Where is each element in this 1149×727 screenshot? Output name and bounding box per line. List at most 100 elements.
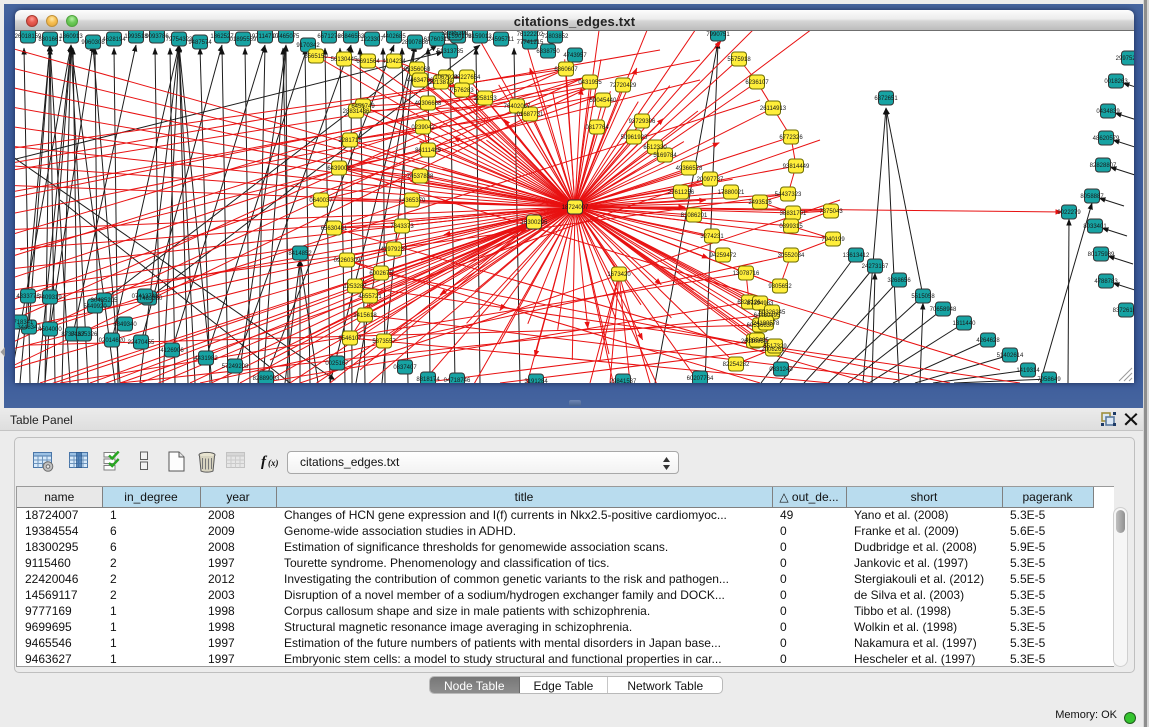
svg-text:1673420: 1673420 [607, 272, 631, 278]
svg-text:6439008: 6439008 [327, 166, 351, 172]
svg-text:86111489: 86111489 [415, 148, 441, 154]
svg-text:4333776: 4333776 [16, 294, 40, 300]
svg-text:4126906: 4126906 [160, 348, 184, 354]
svg-text:6546107: 6546107 [338, 336, 362, 342]
svg-text:0831240: 0831240 [769, 367, 793, 373]
svg-text:4264628: 4264628 [976, 338, 1000, 344]
svg-text:0837407: 0837407 [393, 365, 417, 371]
svg-text:7990751: 7990751 [706, 32, 730, 38]
svg-text:09260309: 09260309 [334, 258, 361, 264]
svg-text:82889093: 82889093 [253, 376, 280, 382]
svg-text:1415618: 1415618 [353, 313, 377, 319]
svg-text:77741215: 77741215 [517, 40, 544, 46]
svg-text:9487574: 9487574 [188, 40, 212, 46]
svg-text:04718746: 04718746 [444, 378, 471, 383]
svg-text:3268656: 3268656 [887, 278, 911, 284]
svg-text:56130445: 56130445 [331, 57, 358, 63]
svg-text:5449920: 5449920 [83, 304, 107, 310]
svg-text:0434839: 0434839 [1096, 109, 1120, 115]
svg-text:30552034: 30552034 [778, 253, 805, 259]
svg-text:9305652: 9305652 [768, 284, 792, 290]
svg-text:41979237: 41979237 [381, 247, 408, 253]
svg-text:7409319: 7409319 [38, 295, 62, 301]
svg-text:49366578: 49366578 [676, 166, 703, 172]
svg-text:0640037: 0640037 [309, 198, 333, 204]
svg-text:72803852: 72803852 [542, 34, 569, 40]
svg-text:9170342: 9170342 [296, 43, 320, 49]
svg-text:8033401: 8033401 [1083, 224, 1107, 230]
svg-text:8058887: 8058887 [1080, 194, 1104, 200]
svg-text:80175989: 80175989 [1088, 252, 1115, 258]
svg-text:48620579: 48620579 [1093, 136, 1120, 142]
svg-text:9022279: 9022279 [1057, 210, 1081, 216]
svg-text:4788783: 4788783 [1094, 279, 1118, 285]
svg-text:1311440: 1311440 [953, 321, 977, 327]
svg-text:18724007: 18724007 [562, 205, 589, 211]
svg-text:6772326: 6772326 [779, 135, 803, 141]
svg-text:5515058: 5515058 [911, 294, 935, 300]
svg-text:24595711: 24595711 [488, 37, 515, 43]
svg-text:74537838: 74537838 [407, 174, 434, 180]
svg-text:81086201: 81086201 [681, 213, 708, 219]
svg-text:0399315: 0399315 [779, 224, 803, 230]
svg-text:4431982: 4431982 [194, 356, 218, 362]
svg-text:29841537: 29841537 [610, 379, 637, 383]
svg-text:1258153: 1258153 [473, 96, 497, 102]
svg-text:1223307: 1223307 [360, 37, 384, 43]
svg-text:24273167: 24273167 [862, 264, 889, 270]
svg-text:82254282: 82254282 [723, 362, 750, 368]
svg-text:65630481: 65630481 [321, 226, 348, 232]
svg-text:0018263: 0018263 [1104, 79, 1128, 85]
svg-text:84335326: 84335326 [71, 332, 98, 338]
svg-text:8414852: 8414852 [288, 251, 312, 257]
svg-text:77718341: 77718341 [15, 320, 34, 326]
svg-text:17880021: 17880021 [718, 190, 745, 196]
svg-text:7343373: 7343373 [390, 224, 414, 230]
svg-text:26114913: 26114913 [760, 106, 787, 112]
svg-text:29975288: 29975288 [1116, 56, 1134, 62]
svg-text:82828807: 82828807 [1090, 163, 1117, 169]
svg-text:18300295: 18300295 [521, 220, 548, 226]
svg-text:93729306: 93729306 [629, 119, 656, 125]
svg-text:70658948: 70658948 [930, 307, 957, 313]
svg-text:1419314: 1419314 [1016, 368, 1040, 374]
svg-text:5169784: 5169784 [653, 153, 677, 159]
svg-text:4104234: 4104234 [382, 59, 406, 65]
svg-text:2493516: 2493516 [748, 200, 772, 206]
svg-text:59045440: 59045440 [590, 98, 617, 104]
svg-text:7576283: 7576283 [450, 88, 474, 94]
svg-text:51313735: 51313735 [437, 49, 464, 55]
svg-text:4504000: 4504000 [38, 327, 62, 333]
svg-text:7375043: 7375043 [819, 209, 843, 215]
svg-text:f: f [261, 454, 268, 469]
svg-text:(x): (x) [268, 458, 279, 468]
svg-text:60207764: 60207764 [687, 376, 714, 382]
svg-text:94259472: 94259472 [710, 253, 737, 259]
svg-text:13613412: 13613412 [843, 253, 870, 259]
svg-text:54437323: 54437323 [775, 192, 802, 198]
svg-text:6360607: 6360607 [554, 67, 578, 73]
svg-text:0431955: 0431955 [578, 80, 602, 86]
svg-text:6002675: 6002675 [369, 271, 393, 277]
svg-text:08227654: 08227654 [454, 75, 481, 81]
svg-text:51402614: 51402614 [997, 353, 1024, 359]
svg-text:5517329: 5517329 [763, 344, 787, 350]
svg-text:5873557: 5873557 [372, 339, 396, 345]
svg-text:20097737: 20097737 [697, 177, 724, 183]
svg-text:87394983: 87394983 [747, 301, 774, 307]
svg-text:76122202: 76122202 [517, 32, 544, 38]
svg-text:3191284: 3191284 [524, 379, 548, 383]
svg-text:07413748: 07413748 [132, 294, 159, 300]
svg-text:6338750: 6338750 [536, 49, 560, 55]
svg-text:3274231: 3274231 [700, 234, 724, 240]
svg-text:6512330: 6512330 [643, 145, 667, 151]
svg-text:22470455: 22470455 [128, 340, 155, 346]
svg-text:0025167: 0025167 [325, 361, 349, 367]
svg-text:72720429: 72720429 [610, 83, 637, 89]
svg-text:02014620: 02014620 [99, 338, 126, 344]
svg-text:49306668: 49306668 [415, 101, 442, 107]
svg-text:2281718: 2281718 [338, 138, 362, 144]
svg-text:50326245: 50326245 [759, 310, 786, 316]
svg-text:1860913: 1860913 [59, 34, 83, 40]
svg-text:93814449: 93814449 [783, 164, 810, 170]
